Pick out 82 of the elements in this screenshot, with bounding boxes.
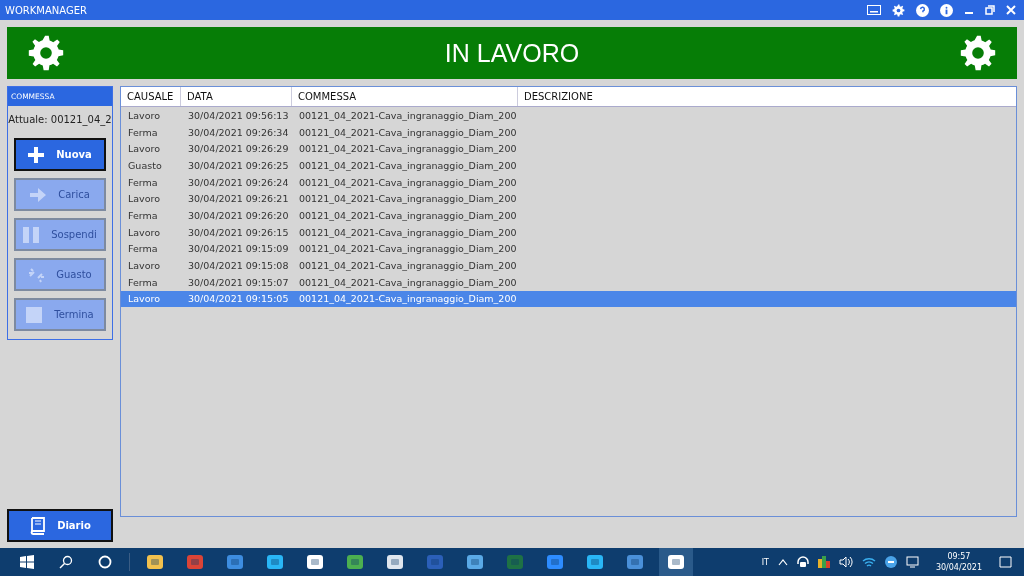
banner-title: IN LAVORO [444, 38, 580, 68]
settings-icon[interactable] [27, 34, 65, 72]
table-row[interactable]: Guasto 30/04/2021 09:26:25 00121_04_2021-Cava_ingranaggio_Diam_200 [121, 157, 1016, 174]
speaker-icon[interactable] [838, 556, 853, 568]
table-cell-text: 00121_04_2021-Cava_ingranaggio_Diam_200 [298, 293, 518, 305]
table-cell-text: Lavoro [127, 226, 162, 238]
table-cell-text: 30/04/2021 09:26:20 [187, 209, 290, 221]
table-cell-text: Lavoro [127, 260, 162, 272]
table-row[interactable]: Ferma 30/04/2021 09:15:09 00121_04_2021-Cava_ingranaggio_Diam_200 [121, 240, 1016, 258]
restore-icon[interactable] [985, 5, 995, 15]
table-cell-text: Lavoro [127, 109, 162, 121]
action-button[interactable]: Nuova [14, 138, 106, 171]
table-cell-text: 00121_04_2021-Cava_ingranaggio_Diam_200 [298, 176, 518, 188]
table-cell-text: Lavoro [127, 193, 162, 205]
table-cell-text: Guasto [127, 159, 163, 171]
table-cell-text: 30/04/2021 09:26:21 [187, 193, 290, 205]
keyboard-icon[interactable] [867, 5, 881, 15]
current-order: Attuale: 00121_04_2 [8, 114, 112, 125]
diario-button[interactable]: Diario [7, 509, 113, 542]
table-cell-text: 30/04/2021 09:15:09 [187, 243, 290, 255]
table-row[interactable]: Lavoro 30/04/2021 09:15:08 00121_04_2021-Cava_ingranaggio_Diam_200 [121, 257, 1016, 274]
clock-date[interactable]: 30/04/2021 [935, 562, 982, 573]
clock-time[interactable]: 09:57 [947, 551, 971, 562]
chevron-up-icon[interactable] [777, 558, 788, 566]
table-cell-text: Ferma [127, 176, 159, 188]
monitor-icon[interactable] [905, 556, 919, 568]
table-row[interactable]: Ferma 30/04/2021 09:26:20 00121_04_2021-Cava_ingranaggio_Diam_200 [121, 207, 1016, 224]
table-cell-text: 30/04/2021 09:26:24 [187, 176, 290, 188]
windows-start-icon[interactable] [20, 555, 34, 569]
language-indicator[interactable]: IT [761, 557, 769, 567]
table-cell-text: Ferma [127, 276, 159, 288]
settings-icon[interactable] [892, 3, 905, 17]
book-icon [29, 516, 46, 535]
table-cell-text: 30/04/2021 09:15:07 [187, 276, 290, 288]
table-cell-text: 00121_04_2021-Cava_ingranaggio_Diam_200 [298, 276, 518, 288]
table-row[interactable]: Lavoro 30/04/2021 09:15:05 00121_04_2021-Cava_ingranaggio_Diam_200 [121, 290, 1016, 308]
column-header[interactable]: DATA [181, 87, 292, 106]
close-icon[interactable] [1006, 5, 1016, 15]
info-icon[interactable] [940, 3, 953, 17]
window-title: WORKMANAGER [5, 4, 87, 16]
table-row[interactable]: Ferma 30/04/2021 09:26:34 00121_04_2021-Cava_ingranaggio_Diam_200 [121, 123, 1016, 141]
column-header[interactable]: COMMESSA [292, 87, 518, 106]
table-cell-text: 30/04/2021 09:26:25 [187, 159, 290, 171]
table-row[interactable]: Lavoro 30/04/2021 09:26:29 00121_04_2021-Cava_ingranaggio_Diam_200 [121, 140, 1016, 158]
column-header[interactable]: DESCRIZIONE [518, 87, 1016, 106]
table-cell-text: 00121_04_2021-Cava_ingranaggio_Diam_200 [298, 159, 518, 171]
table-cell-text: 30/04/2021 09:26:15 [187, 226, 290, 238]
pause-icon [23, 226, 40, 243]
column-header[interactable]: CAUSALE [121, 87, 181, 106]
table-cell-text: 00121_04_2021-Cava_ingranaggio_Diam_200 [298, 260, 518, 272]
table-cell-text: 00121_04_2021-Cava_ingranaggio_Diam_200 [298, 226, 518, 238]
table-cell-text: 00121_04_2021-Cava_ingranaggio_Diam_200 [298, 243, 518, 255]
table-row[interactable]: Ferma 30/04/2021 09:15:07 00121_04_2021-Cava_ingranaggio_Diam_200 [121, 273, 1016, 291]
table-cell-text: Ferma [127, 126, 159, 138]
search-icon[interactable] [59, 555, 73, 569]
table-row[interactable]: Lavoro 30/04/2021 09:26:21 00121_04_2021-Cava_ingranaggio_Diam_200 [121, 190, 1016, 208]
table-cell-text: 30/04/2021 09:56:13 [187, 109, 290, 121]
stop-icon [26, 306, 43, 323]
table-cell-text: 00121_04_2021-Cava_ingranaggio_Diam_200 [298, 109, 518, 121]
headset-icon[interactable] [796, 556, 809, 568]
table-row[interactable]: Lavoro 30/04/2021 09:26:15 00121_04_2021-Cava_ingranaggio_Diam_200 [121, 223, 1016, 241]
table-cell-text: 30/04/2021 09:26:34 [187, 126, 290, 138]
table-cell-text: 00121_04_2021-Cava_ingranaggio_Diam_200 [298, 193, 518, 205]
table-cell-text: Ferma [127, 209, 159, 221]
plus-icon [28, 146, 45, 163]
table-cell-text: Ferma [127, 243, 159, 255]
table-cell-text: 30/04/2021 09:26:29 [187, 143, 290, 155]
notification-icon[interactable] [999, 556, 1012, 568]
circle-icon[interactable] [98, 555, 112, 569]
table-cell-text: Lavoro [127, 293, 162, 305]
chat-icon[interactable] [884, 556, 897, 568]
table-cell-text: 00121_04_2021-Cava_ingranaggio_Diam_200 [298, 126, 518, 138]
table-cell-text: 30/04/2021 09:15:05 [187, 293, 290, 305]
settings-icon[interactable] [959, 34, 997, 72]
table-cell-text: 00121_04_2021-Cava_ingranaggio_Diam_200 [298, 209, 518, 221]
table-cell-text: 00121_04_2021-Cava_ingranaggio_Diam_200 [298, 143, 518, 155]
table-cell-text: 30/04/2021 09:15:08 [187, 260, 290, 272]
table-row[interactable]: Ferma 30/04/2021 09:26:24 00121_04_2021-Cava_ingranaggio_Diam_200 [121, 173, 1016, 191]
help-icon[interactable] [916, 3, 929, 17]
table-cell-text: Lavoro [127, 143, 162, 155]
chart-icon[interactable] [817, 556, 830, 568]
table-row[interactable]: Lavoro 30/04/2021 09:56:13 00121_04_2021-Cava_ingranaggio_Diam_200 [121, 107, 1016, 124]
